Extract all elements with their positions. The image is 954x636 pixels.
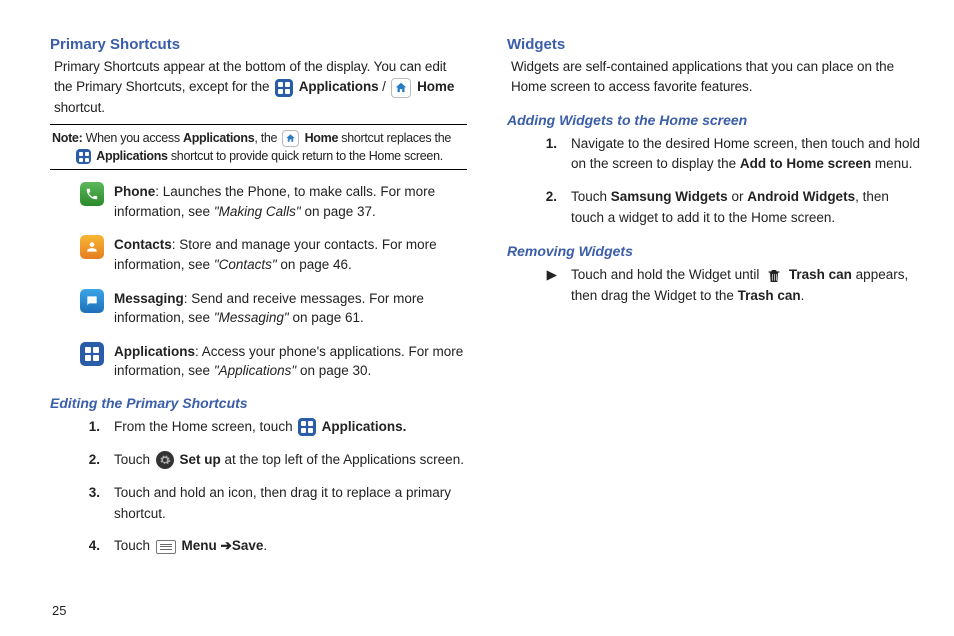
text-bold: Applications xyxy=(299,79,379,94)
text-bold: Menu xyxy=(178,538,221,553)
shortcut-contacts: Contacts: Store and manage your contacts… xyxy=(80,235,467,274)
text-bold: Add to Home screen xyxy=(740,156,871,171)
widgets-intro: Widgets are self-contained applications … xyxy=(511,57,924,98)
text: or xyxy=(728,189,748,204)
text-bold: Messaging xyxy=(114,291,184,306)
text: Touch xyxy=(114,452,154,467)
text-ital: "Making Calls" xyxy=(214,204,301,219)
text: From the Home screen, touch xyxy=(114,419,296,434)
note-label: Note: xyxy=(52,131,82,145)
text: Touch xyxy=(571,189,611,204)
text: Touch and hold the Widget until xyxy=(571,267,763,282)
left-column: Primary Shortcuts Primary Shortcuts appe… xyxy=(50,30,467,569)
shortcut-applications: Applications: Access your phone's applic… xyxy=(80,342,467,381)
shortcut-list: Phone: Launches the Phone, to make calls… xyxy=(80,182,467,381)
text-bold: Android Widgets xyxy=(747,189,855,204)
text: When you access xyxy=(82,131,183,145)
remove-step: ▶Touch and hold the Widget until Trash c… xyxy=(543,265,924,307)
heading-primary-shortcuts: Primary Shortcuts xyxy=(50,36,467,53)
heading-adding-widgets: Adding Widgets to the Home screen xyxy=(507,112,924,128)
menu-icon xyxy=(156,540,176,554)
text: shortcut replaces the xyxy=(338,131,451,145)
text-bold: Applications xyxy=(183,131,254,145)
right-column: Widgets Widgets are self-contained appli… xyxy=(507,30,924,569)
step-1: 1.From the Home screen, touch Applicatio… xyxy=(86,417,467,438)
add-step-2: 2.Touch Samsung Widgets or Android Widge… xyxy=(543,187,924,229)
text-bold: Applications xyxy=(96,149,167,163)
text-bold: Save xyxy=(232,538,264,553)
add-step-1: 1.Navigate to the desired Home screen, t… xyxy=(543,134,924,176)
text: , the xyxy=(254,131,280,145)
gear-icon xyxy=(156,451,174,469)
step-2: 2.Touch Set up at the top left of the Ap… xyxy=(86,450,467,471)
text: . xyxy=(263,538,267,553)
adding-steps: 1.Navigate to the desired Home screen, t… xyxy=(543,134,924,230)
text-bold: Phone xyxy=(114,184,155,199)
text: shortcut. xyxy=(54,100,105,115)
applications-icon xyxy=(298,418,316,436)
text: Touch xyxy=(114,538,154,553)
home-icon xyxy=(391,78,411,98)
note-box: Note: When you access Applications, the … xyxy=(50,124,467,170)
shortcut-phone: Phone: Launches the Phone, to make calls… xyxy=(80,182,467,221)
heading-removing-widgets: Removing Widgets xyxy=(507,243,924,259)
trash-icon xyxy=(765,266,783,286)
text-ital: "Contacts" xyxy=(214,257,277,272)
shortcut-messaging: Messaging: Send and receive messages. Fo… xyxy=(80,289,467,328)
text-ital: "Applications" xyxy=(214,363,296,378)
text: . xyxy=(801,288,805,303)
heading-editing-shortcuts: Editing the Primary Shortcuts xyxy=(50,395,467,411)
applications-icon xyxy=(76,149,91,164)
text: Touch and hold an icon, then drag it to … xyxy=(114,483,467,525)
text: on page 30. xyxy=(296,363,371,378)
primary-shortcuts-intro: Primary Shortcuts appear at the bottom o… xyxy=(54,57,467,118)
page-number: 25 xyxy=(52,603,66,618)
text: at the top left of the Applications scre… xyxy=(221,452,464,467)
step-3: 3.Touch and hold an icon, then drag it t… xyxy=(86,483,467,525)
heading-widgets: Widgets xyxy=(507,36,924,53)
applications-icon xyxy=(275,79,293,97)
text: shortcut to provide quick return to the … xyxy=(168,149,443,163)
text-bold: Trash can xyxy=(738,288,801,303)
text-bold: Samsung Widgets xyxy=(611,189,728,204)
contacts-icon xyxy=(80,235,104,259)
step-4: 4.Touch Menu ➔Save. xyxy=(86,536,467,557)
text: on page 46. xyxy=(277,257,352,272)
text-bold: Applications. xyxy=(318,419,406,434)
text-bold: Applications xyxy=(114,344,195,359)
text-bold: Home xyxy=(417,79,454,94)
phone-icon xyxy=(80,182,104,206)
text-bold: Set up xyxy=(176,452,221,467)
text: menu. xyxy=(871,156,912,171)
text-ital: "Messaging" xyxy=(214,310,289,325)
text: on page 37. xyxy=(301,204,376,219)
text-bold: Home xyxy=(305,131,339,145)
text-bold: Contacts xyxy=(114,237,172,252)
text-bold: Trash can xyxy=(785,267,852,282)
text: on page 61. xyxy=(289,310,364,325)
editing-steps: 1.From the Home screen, touch Applicatio… xyxy=(86,417,467,558)
text: / xyxy=(382,79,389,94)
home-icon xyxy=(282,130,299,147)
arrow-icon: ➔ xyxy=(221,538,232,553)
messaging-icon xyxy=(80,289,104,313)
applications-icon xyxy=(80,342,104,366)
removing-steps: ▶Touch and hold the Widget until Trash c… xyxy=(543,265,924,307)
